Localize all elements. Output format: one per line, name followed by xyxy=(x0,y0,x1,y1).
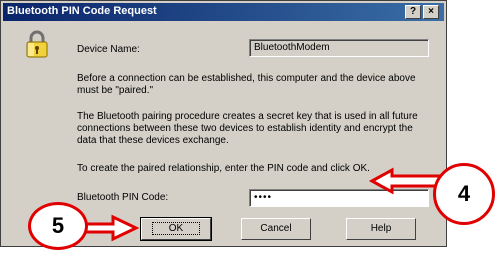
arrow-left-icon xyxy=(368,167,442,195)
arrow-right-icon xyxy=(78,214,140,242)
step-4-callout: 4 xyxy=(433,163,495,225)
step-5-callout: 5 xyxy=(28,202,88,250)
